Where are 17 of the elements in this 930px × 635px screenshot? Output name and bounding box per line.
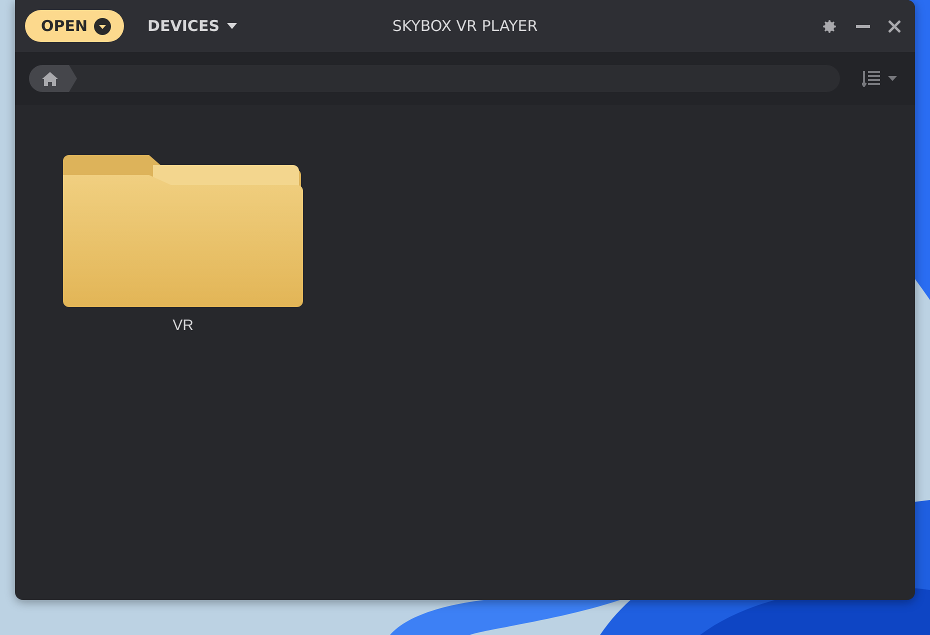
minimize-icon — [856, 24, 870, 28]
caret-icon — [226, 23, 236, 29]
close-button[interactable] — [886, 18, 903, 34]
settings-icon — [821, 18, 838, 34]
home-icon — [42, 72, 58, 86]
folder-name: VR — [172, 317, 194, 334]
folder-item[interactable]: VR — [63, 155, 303, 334]
sort-list-icon — [862, 70, 880, 86]
caret-icon — [94, 18, 111, 34]
close-icon — [888, 20, 901, 32]
sort-menu-button[interactable] — [860, 68, 899, 88]
home-crumb[interactable] — [29, 65, 77, 92]
caret-icon — [888, 76, 897, 81]
folder-icon — [63, 155, 303, 307]
open-button[interactable]: OPEN — [25, 10, 124, 42]
devices-menu[interactable]: DEVICES — [146, 13, 238, 39]
window-title: SKYBOX VR PLAYER — [392, 17, 538, 35]
